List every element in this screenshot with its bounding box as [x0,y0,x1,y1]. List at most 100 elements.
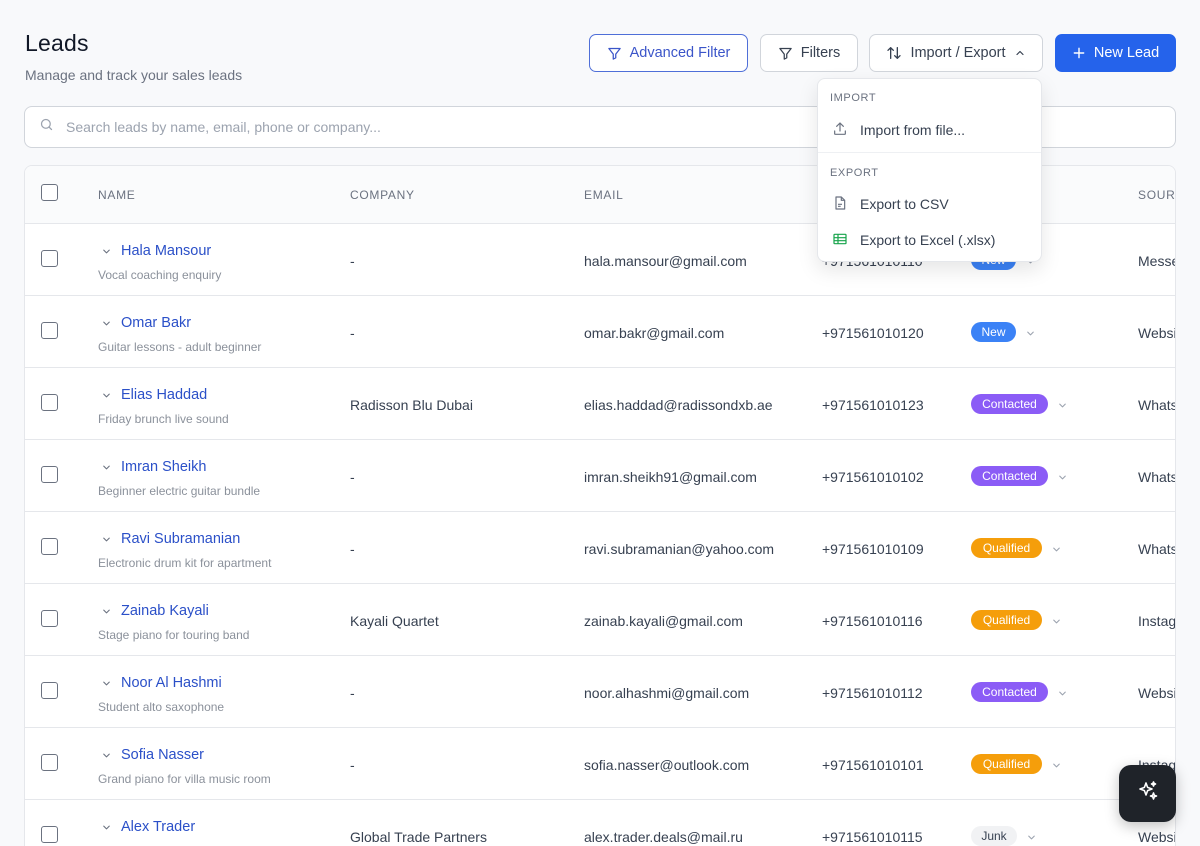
upload-icon [832,121,848,140]
file-icon [832,195,848,214]
chevron-down-icon[interactable] [101,316,112,334]
funnel-icon [607,46,622,61]
lead-company: - [350,541,355,557]
chevron-down-icon[interactable] [101,748,112,766]
chevron-down-icon[interactable] [101,244,112,262]
status-badge[interactable]: Contacted [971,394,1048,414]
new-lead-button[interactable]: New Lead [1055,34,1176,72]
row-checkbox[interactable] [41,322,58,339]
leads-table: NAME COMPANY EMAIL SOURC Hala Mansour Voc… [24,165,1176,846]
status-chevron-down-icon[interactable] [1051,614,1062,632]
chevron-down-icon[interactable] [101,388,112,406]
status-badge[interactable]: Qualified [971,754,1042,774]
lead-description: Beginner electric guitar bundle [98,484,261,498]
table-row[interactable]: Omar Bakr Guitar lessons - adult beginner… [25,296,1175,368]
lead-company: - [350,757,355,773]
chevron-down-icon[interactable] [101,820,112,838]
status-chevron-down-icon[interactable] [1051,542,1062,560]
table-row[interactable]: Imran Sheikh Beginner electric guitar bun… [25,440,1175,512]
filters-label: Filters [800,45,841,61]
status-chevron-down-icon[interactable] [1057,686,1068,704]
import-from-file-label: Import from file... [860,122,966,138]
lead-source: Whats [1138,469,1176,485]
select-all-checkbox[interactable] [41,184,58,201]
ai-assistant-button[interactable] [1119,765,1176,822]
advanced-filter-button[interactable]: Advanced Filter [589,34,748,72]
advanced-filter-label: Advanced Filter [629,45,731,61]
status-chevron-down-icon[interactable] [1057,470,1068,488]
lead-name-link[interactable]: Alex Trader [121,819,195,835]
lead-description: Vocal coaching enquiry [98,268,222,282]
status-badge[interactable]: New [971,322,1016,342]
status-badge[interactable]: Junk [971,826,1017,846]
column-header-company[interactable]: COMPANY [350,188,415,202]
row-checkbox[interactable] [41,826,58,843]
column-header-email[interactable]: EMAIL [584,188,624,202]
lead-name-link[interactable]: Hala Mansour [121,243,211,259]
table-row[interactable]: Noor Al Hashmi Student alto saxophone - noo… [25,656,1175,728]
lead-phone: +971561010101 [822,757,924,773]
lead-name-link[interactable]: Sofia Nasser [121,747,204,763]
status-chevron-down-icon[interactable] [1057,398,1068,416]
lead-name-link[interactable]: Imran Sheikh [121,459,206,475]
funnel-icon [778,46,793,61]
chevron-down-icon[interactable] [101,532,112,550]
chevron-down-icon[interactable] [101,676,112,694]
column-header-source[interactable]: SOURC [1138,188,1175,202]
lead-email: noor.alhashmi@gmail.com [584,685,750,701]
row-checkbox[interactable] [41,610,58,627]
lead-name-link[interactable]: Noor Al Hashmi [121,675,222,691]
lead-name-link[interactable]: Omar Bakr [121,315,191,331]
lead-email: alex.trader.deals@mail.ru [584,829,743,845]
new-lead-label: New Lead [1093,45,1160,61]
page-header: Leads Manage and track your sales leads [25,30,242,83]
lead-source: Instag [1138,613,1176,629]
export-csv-label: Export to CSV [860,196,949,212]
import-from-file-item[interactable]: Import from file... [832,118,965,142]
export-excel-item[interactable]: Export to Excel (.xlsx) [832,228,995,252]
table-row[interactable]: Sofia Nasser Grand piano for villa music … [25,728,1175,800]
table-row[interactable]: Ravi Subramanian Electronic drum kit for … [25,512,1175,584]
status-chevron-down-icon[interactable] [1025,326,1036,344]
lead-company: - [350,685,355,701]
row-checkbox[interactable] [41,466,58,483]
status-chevron-down-icon[interactable] [1051,758,1062,776]
status-badge[interactable]: Qualified [971,610,1042,630]
lead-name-link[interactable]: Ravi Subramanian [121,531,240,547]
row-checkbox[interactable] [41,682,58,699]
lead-name-link[interactable]: Elias Haddad [121,387,207,403]
lead-source: Whats [1138,397,1176,413]
page-subtitle: Manage and track your sales leads [25,67,243,83]
lead-source: Websi [1138,685,1176,701]
lead-email: hala.mansour@gmail.com [584,253,747,269]
lead-phone: +971561010109 [822,541,924,557]
lead-name-link[interactable]: Zainab Kayali [121,603,209,619]
status-badge[interactable]: Contacted [971,682,1048,702]
chevron-down-icon[interactable] [101,460,112,478]
chevron-down-icon[interactable] [101,604,112,622]
lead-phone: +971561010112 [822,685,923,701]
column-header-name[interactable]: NAME [98,188,135,202]
import-export-menu: IMPORT Import from file... EXPORT Export… [817,78,1042,262]
lead-source: Websi [1138,829,1176,845]
row-checkbox[interactable] [41,754,58,771]
filters-button[interactable]: Filters [760,34,858,72]
lead-email: sofia.nasser@outlook.com [584,757,750,773]
lead-description: Grand piano for villa music room [98,772,271,786]
row-checkbox[interactable] [41,394,58,411]
search-icon [39,117,54,137]
table-row[interactable]: Zainab Kayali Stage piano for touring ban… [25,584,1175,656]
lead-source: Websi [1138,325,1176,341]
status-badge[interactable]: Qualified [971,538,1042,558]
import-export-button[interactable]: Import / Export [869,34,1043,72]
status-chevron-down-icon[interactable] [1026,830,1037,846]
row-checkbox[interactable] [41,538,58,555]
lead-phone: +971561010116 [822,613,923,629]
search-placeholder: Search leads by name, email, phone or co… [66,119,381,135]
export-csv-item[interactable]: Export to CSV [832,192,949,216]
row-checkbox[interactable] [41,250,58,267]
lead-phone: +971561010120 [822,325,924,341]
table-row[interactable]: Alex TraderBulk enquiry - unverifiedGlob… [25,800,1175,846]
status-badge[interactable]: Contacted [971,466,1048,486]
table-row[interactable]: Elias Haddad Friday brunch live sound Radi… [25,368,1175,440]
